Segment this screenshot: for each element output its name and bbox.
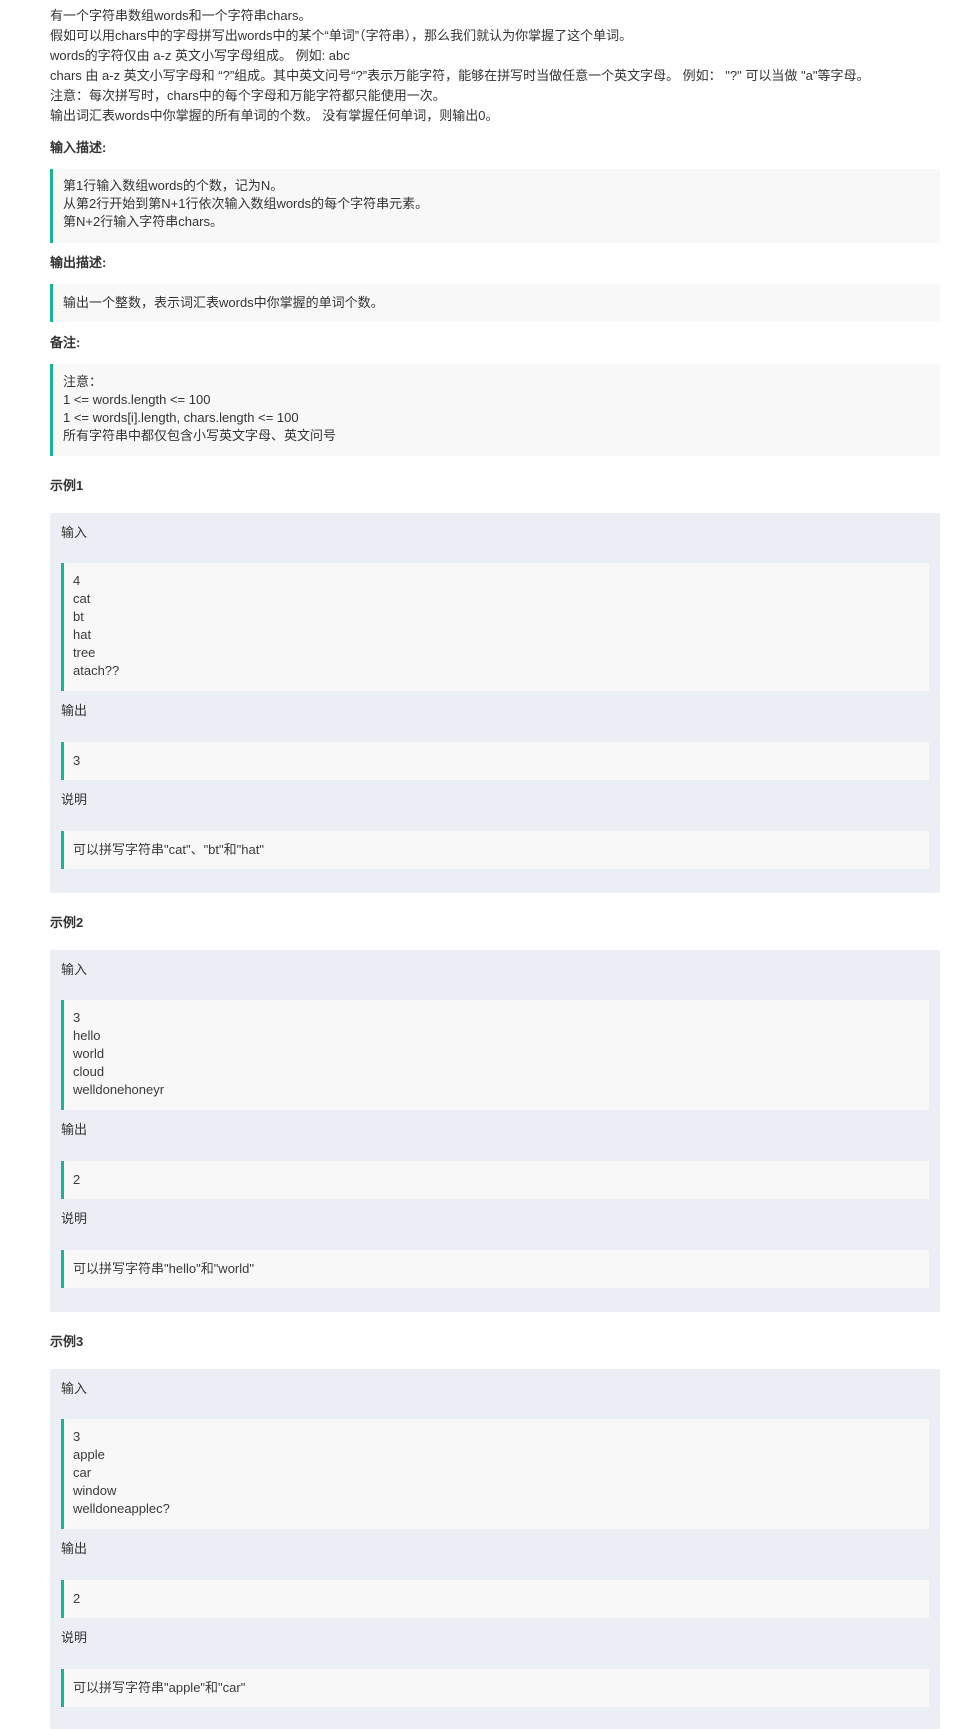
example-input-line: 4 xyxy=(73,573,81,588)
example-input-label: 输入 xyxy=(61,525,88,540)
example-output-line: 3 xyxy=(73,753,81,768)
example-input-line: bt xyxy=(73,609,84,624)
example-input-line: hello xyxy=(73,1028,101,1043)
example-explain-label: 说明 xyxy=(61,792,88,807)
example-input-line: welldoneapplec? xyxy=(73,1501,170,1516)
example-input-line: world xyxy=(73,1046,105,1061)
example-input-block: 4 cat bt hat tree atach?? xyxy=(61,563,929,691)
example-input-label: 输入 xyxy=(61,1381,88,1396)
notes-line: 1 <= words[i].length, chars.length <= 10… xyxy=(63,410,299,425)
example-input-line: 3 xyxy=(73,1429,81,1444)
example-input-label: 输入 xyxy=(61,962,88,977)
example-title: 示例2 xyxy=(50,915,84,930)
example-input-line: window xyxy=(73,1483,117,1498)
example-output-label: 输出 xyxy=(61,1122,88,1137)
example-input-line: welldonehoneyr xyxy=(73,1082,165,1097)
example-explain-block: 可以拼写字符串"apple"和"car" xyxy=(61,1669,929,1707)
example-input-line: apple xyxy=(73,1447,105,1462)
description-line: 输出词汇表words中你掌握的所有单词的个数。 没有掌握任何单词，则输出0。 xyxy=(50,108,499,123)
example-input-line: cat xyxy=(73,591,91,606)
example-input-line: cloud xyxy=(73,1064,105,1079)
example-explain-line: 可以拼写字符串"apple"和"car" xyxy=(73,1680,246,1695)
description-line: words的字符仅由 a-z 英文小写字母组成。 例如: abc xyxy=(50,48,350,63)
example-input-block: 3 apple car window welldoneapplec? xyxy=(61,1419,929,1529)
example-input-line: tree xyxy=(73,645,96,660)
example-explain-block: 可以拼写字符串"hello"和"world" xyxy=(61,1250,929,1288)
output-desc-title: 输出描述: xyxy=(50,255,107,270)
example-output-block: 3 xyxy=(61,742,929,780)
example-output-block: 2 xyxy=(61,1580,929,1618)
example-output-line: 2 xyxy=(73,1591,81,1606)
input-desc-line: 第N+2行输入字符串chars。 xyxy=(63,214,223,229)
example-input-line: atach?? xyxy=(73,663,120,678)
example-output-line: 2 xyxy=(73,1172,81,1187)
example-explain-line: 可以拼写字符串"cat"、"bt"和"hat" xyxy=(73,842,264,857)
notes-title: 备注: xyxy=(50,335,81,350)
problem-description: 有一个字符串数组words和一个字符串chars。 假如可以用chars中的字母… xyxy=(50,6,940,126)
example-box: 输入 4 cat bt hat tree atach?? 输出 3 说明 可以拼… xyxy=(50,513,940,893)
example-input-line: car xyxy=(73,1465,92,1480)
output-desc-block: 输出一个整数，表示词汇表words中你掌握的单词个数。 xyxy=(50,284,940,322)
example-explain-block: 可以拼写字符串"cat"、"bt"和"hat" xyxy=(61,831,929,869)
example-box: 输入 3 hello world cloud welldonehoneyr 输出… xyxy=(50,950,940,1312)
example-explain-label: 说明 xyxy=(61,1630,88,1645)
example-title: 示例3 xyxy=(50,1334,84,1349)
notes-line: 1 <= words.length <= 100 xyxy=(63,392,211,407)
description-line: 假如可以用chars中的字母拼写出words中的某个“单词”（字符串），那么我们… xyxy=(50,28,633,43)
example-input-block: 3 hello world cloud welldonehoneyr xyxy=(61,1000,929,1110)
example-output-label: 输出 xyxy=(61,703,88,718)
notes-line: 注意： xyxy=(63,374,103,389)
input-desc-line: 从第2行开始到第N+1行依次输入数组words的每个字符串元素。 xyxy=(63,196,429,211)
problem-page: 有一个字符串数组words和一个字符串chars。 假如可以用chars中的字母… xyxy=(50,6,940,1729)
example-output-label: 输出 xyxy=(61,1541,88,1556)
example-input-line: 3 xyxy=(73,1010,81,1025)
description-line: 有一个字符串数组words和一个字符串chars。 xyxy=(50,8,312,23)
example-explain-label: 说明 xyxy=(61,1211,88,1226)
input-desc-block: 第1行输入数组words的个数，记为N。 从第2行开始到第N+1行依次输入数组w… xyxy=(50,169,940,243)
description-line: 注意：每次拼写时，chars中的每个字母和万能字符都只能使用一次。 xyxy=(50,88,446,103)
input-desc-title: 输入描述: xyxy=(50,140,107,155)
description-line: chars 由 a-z 英文小写字母和 “?”组成。其中英文问号“?”表示万能字… xyxy=(50,68,870,83)
notes-line: 所有字符串中都仅包含小写英文字母、英文问号 xyxy=(63,428,337,443)
notes-block: 注意： 1 <= words.length <= 100 1 <= words[… xyxy=(50,364,940,456)
example-output-block: 2 xyxy=(61,1161,929,1199)
input-desc-line: 第1行输入数组words的个数，记为N。 xyxy=(63,178,284,193)
example-input-line: hat xyxy=(73,627,92,642)
example-box: 输入 3 apple car window welldoneapplec? 输出… xyxy=(50,1369,940,1729)
example-explain-line: 可以拼写字符串"hello"和"world" xyxy=(73,1261,254,1276)
example-title: 示例1 xyxy=(50,478,84,493)
output-desc-line: 输出一个整数，表示词汇表words中你掌握的单词个数。 xyxy=(63,295,384,310)
